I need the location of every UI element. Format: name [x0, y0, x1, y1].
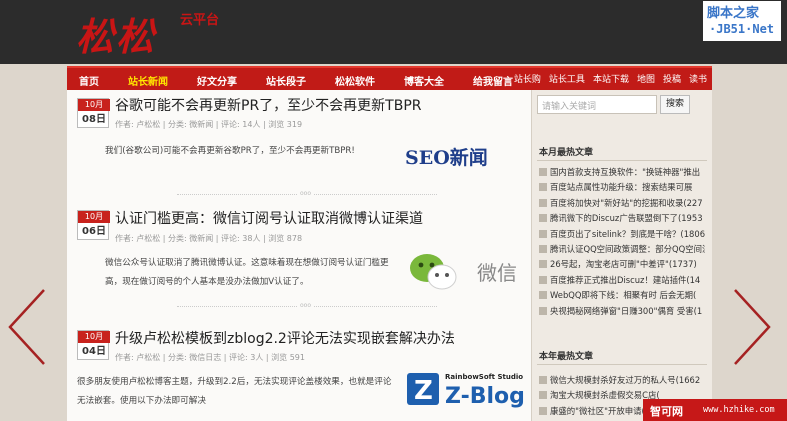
list-item[interactable]: 百度站点属性功能升级：搜索结果可展: [539, 180, 705, 195]
nav-home[interactable]: 首页: [79, 77, 99, 88]
sidebar-section-title-month: 本月最热文章: [539, 148, 594, 158]
svg-text:Z: Z: [414, 376, 433, 406]
list-item[interactable]: 微信大规模封杀好友过万的私人号(1662: [539, 373, 705, 388]
post-day: 06日: [82, 226, 106, 237]
svg-text:Z-Blog: Z-Blog: [445, 384, 525, 409]
nav-sitemap[interactable]: 地图: [637, 72, 655, 85]
post-month: 10月: [78, 211, 110, 223]
post-excerpt: 我们(谷歌公司)可能不会再更新谷歌PR了，至少不会再更新TBPR!: [105, 146, 355, 156]
post-date-badge: 10月 06日: [77, 210, 110, 240]
post-day: 08日: [82, 114, 106, 125]
carousel-next-arrow[interactable]: [731, 288, 773, 366]
sidebar-divider: [537, 160, 707, 161]
sidebar-list-month-hot: 国内首款支持互换软件："换链神器"推出 百度站点属性功能升级：搜索结果可展 百度…: [539, 165, 705, 319]
list-item[interactable]: 百度页出了sitelink？到底是干啥？(1806: [539, 227, 705, 242]
nav-webmaster-shop[interactable]: 站长购: [514, 72, 541, 85]
site-logo-subtitle: 云平台: [180, 13, 220, 28]
search-input[interactable]: 请输入关键词: [537, 95, 657, 114]
nav-webmaster-news[interactable]: 站长新闻: [128, 77, 168, 88]
nav-blog-directory[interactable]: 博客大全: [404, 77, 444, 88]
post-separator: ooo: [177, 302, 437, 309]
watermark-top-line1: 脚本之家: [707, 6, 760, 21]
list-item[interactable]: WebQQ即将下线：相聚有时 后会无期(: [539, 288, 705, 303]
post-day: 04日: [82, 346, 106, 357]
list-item[interactable]: 百度推荐正式推出Discuz！建站插件(14: [539, 273, 705, 288]
search-button[interactable]: 搜索: [660, 95, 690, 114]
list-item[interactable]: 国内首款支持互换软件："换链神器"推出: [539, 165, 705, 180]
post-month: 10月: [78, 99, 110, 111]
nav-reading[interactable]: 读书: [689, 72, 707, 85]
post-meta: 作者: 卢松松 | 分类: 微新闻 | 评论: 14人 | 浏览 319: [115, 120, 303, 129]
watermark-brand: 智可网: [650, 405, 683, 418]
nav-downloads[interactable]: 本站下载: [593, 72, 629, 85]
post-meta: 作者: 卢松松 | 分类: 微信日志 | 评论: 3人 | 浏览 591: [115, 353, 305, 362]
main-nav-items: 首页 站长新闻 好文分享 站长段子 松松软件 博客大全 给我留言: [67, 70, 530, 89]
post-title[interactable]: 谷歌可能不会再更新PR了，至少不会再更新TBPR: [115, 95, 422, 115]
post-excerpt: 微信公众号认证取消了腾讯微博认证。这意味着现在想做订阅号认证门槛更高，现在做订阅…: [105, 258, 389, 287]
wechat-icon: 微信: [410, 254, 517, 290]
main-nav: 首页 站长新闻 好文分享 站长段子 松松软件 博客大全 给我留言 站长购 站长工具 本站下载…: [67, 66, 712, 90]
nav-article-share[interactable]: 好文分享: [197, 77, 237, 88]
nav-webmaster-jokes[interactable]: 站长段子: [266, 77, 306, 88]
post-thumbnail-wechat[interactable]: 微信: [407, 250, 527, 294]
top-header: 松松 云平台 脚本之家 ·JB51·Net: [0, 0, 787, 64]
watermark-url: www.hzhike.com: [703, 405, 775, 415]
list-item[interactable]: 腾讯微下的Discuz广告联盟倒下了(1953: [539, 211, 705, 226]
post-separator: ooo: [177, 190, 437, 197]
post-month: 10月: [78, 331, 110, 343]
post-thumbnail-seo-news[interactable]: SEO新闻: [405, 143, 488, 170]
post-title[interactable]: 认证门槛更高：微信订阅号认证取消微博认证渠道: [115, 208, 423, 228]
site-logo[interactable]: 松松: [76, 6, 156, 61]
zblog-logo-icon: Z RainbowSoft Studio Z-Blog: [407, 373, 525, 409]
watermark-bottom: 智可网 www.hzhike.com: [643, 399, 787, 421]
right-nav-items: 站长购 站长工具 本站下载 地图 投稿 读书: [506, 72, 707, 85]
sidebar-divider: [537, 364, 707, 365]
svg-text:微信: 微信: [477, 261, 517, 285]
post-list: 10月 08日 谷歌可能不会再更新PR了，至少不会再更新TBPR 作者: 卢松松…: [67, 90, 531, 421]
post-title[interactable]: 升级卢松松模板到zblog2.2评论无法实现嵌套解决办法: [115, 328, 455, 348]
nav-webmaster-tools[interactable]: 站长工具: [549, 72, 585, 85]
list-item[interactable]: 百度将加快对"新好站"的挖掘和收录(227: [539, 196, 705, 211]
nav-songsong-software[interactable]: 松松软件: [335, 77, 375, 88]
watermark-top: 脚本之家 ·JB51·Net: [703, 1, 781, 41]
carousel-prev-arrow[interactable]: [6, 288, 48, 366]
sidebar-section-title-year: 本年最热文章: [539, 352, 594, 362]
list-item[interactable]: 26号起，淘宝老店可删"中差评"(1737): [539, 257, 705, 272]
post-meta: 作者: 卢松松 | 分类: 微新闻 | 评论: 38人 | 浏览 878: [115, 234, 303, 243]
list-item[interactable]: 腾讯认证QQ空间政策调整：部分QQ空间流: [539, 242, 705, 257]
post-date-badge: 10月 04日: [77, 330, 110, 360]
chevron-right-icon: [734, 289, 771, 365]
post-date-badge: 10月 08日: [77, 98, 110, 128]
list-item[interactable]: 央视揭秘网络弹窗"日赚300"偶育 受害(1: [539, 304, 705, 319]
svg-text:RainbowSoft Studio: RainbowSoft Studio: [445, 373, 523, 381]
watermark-top-line2: ·JB51·Net: [709, 22, 775, 36]
chevron-left-icon: [8, 289, 45, 365]
post-thumbnail-zblog[interactable]: Z RainbowSoft Studio Z-Blog: [405, 367, 529, 409]
nav-submit[interactable]: 投稿: [663, 72, 681, 85]
post-excerpt: 很多朋友使用卢松松博客主题，升级到2.2后，无法实现评论盖楼效果，也就是评论无法…: [77, 377, 392, 406]
